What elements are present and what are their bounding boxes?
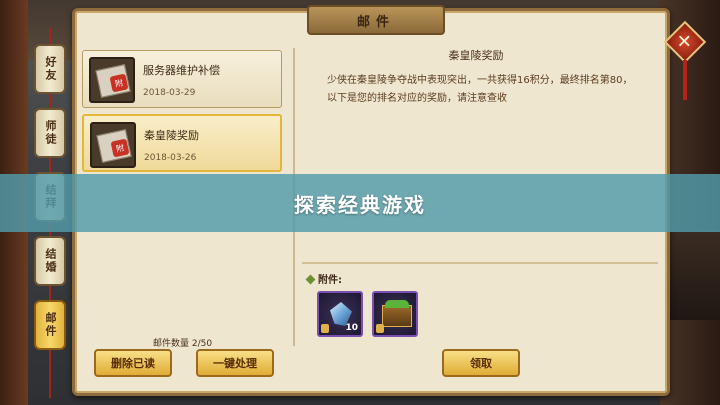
mail-date: 2018-03-26 — [144, 153, 197, 163]
diamond-icon — [305, 274, 316, 285]
tab-mentorship[interactable]: 师徒 — [34, 108, 66, 158]
mail-count: 邮件数量 2/50 — [153, 339, 213, 349]
banner-text: 探索经典游戏 — [294, 192, 426, 217]
overlay-banner: 探索经典游戏 — [0, 174, 720, 232]
attachment-item-slot[interactable] — [372, 291, 418, 337]
tab-marriage-label: 结婚 — [44, 248, 57, 274]
mail-envelope-icon: 附 — [90, 122, 136, 168]
tab-friends-label: 好友 — [44, 56, 57, 82]
tab-friends[interactable]: 好友 — [34, 44, 66, 94]
treasure-chest-icon — [382, 300, 412, 327]
lock-icon — [321, 324, 329, 333]
lock-icon — [376, 324, 384, 333]
mail-detail-title: 秦皇陵奖励 — [448, 49, 504, 62]
attachment-label: 附件: — [305, 271, 342, 286]
tab-mail-label: 邮件 — [44, 312, 57, 338]
panel-title: 邮件 — [356, 14, 395, 30]
mail-title: 服务器维护补偿 — [143, 64, 220, 77]
claim-button[interactable]: 领取 — [442, 349, 520, 377]
attachment-label-text: 附件: — [318, 275, 342, 286]
delete-read-button[interactable]: 删除已读 — [94, 349, 172, 377]
attachment-seal-icon: 附 — [110, 138, 130, 158]
mail-detail-body: 少侠在秦皇陵争夺战中表现突出，一共获得16积分，最终排名第80，以下是您的排名对… — [327, 75, 633, 104]
process-all-button[interactable]: 一键处理 — [196, 349, 274, 377]
item-count: 10 — [345, 323, 358, 333]
attachment-separator — [302, 262, 658, 264]
mail-title: 秦皇陵奖励 — [144, 129, 199, 142]
close-icon: ✕ — [677, 31, 693, 53]
attachment-item-slot[interactable]: 10 — [317, 291, 363, 337]
mail-date: 2018-03-29 — [143, 88, 196, 98]
panel-title-bar: 邮件 — [307, 5, 445, 35]
mail-item[interactable]: 附 服务器维护补偿 2018-03-29 — [82, 50, 282, 108]
tab-mail[interactable]: 邮件 — [34, 300, 66, 350]
mail-item-selected[interactable]: 附 秦皇陵奖励 2018-03-26 — [82, 114, 282, 172]
close-tassel — [683, 60, 687, 100]
attachment-seal-icon: 附 — [109, 73, 129, 93]
tab-marriage[interactable]: 结婚 — [34, 236, 66, 286]
mail-envelope-icon: 附 — [89, 57, 135, 103]
tab-mentorship-label: 师徒 — [44, 120, 57, 146]
chest-contents — [385, 300, 409, 308]
